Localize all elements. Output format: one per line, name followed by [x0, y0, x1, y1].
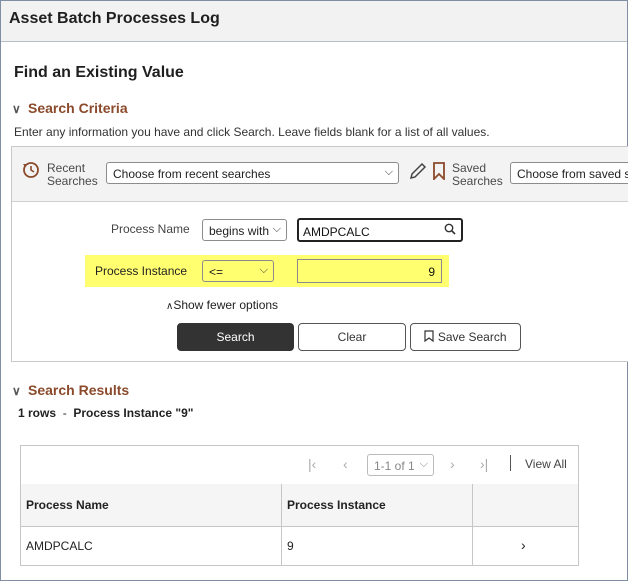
previous-page-icon[interactable]: ‹	[343, 456, 348, 472]
table-row[interactable]: AMDPCALC 9 ›	[21, 527, 578, 565]
saved-searches-value: Choose from saved s	[517, 167, 628, 181]
process-name-input[interactable]: AMDPCALC	[297, 218, 463, 242]
chevron-down-icon: ∨	[12, 384, 21, 398]
history-icon	[22, 161, 40, 184]
cell-process-instance[interactable]: 9	[287, 539, 294, 553]
title-bar: Asset Batch Processes Log	[1, 1, 627, 42]
process-instance-operator-select[interactable]: <= ⌵	[202, 260, 274, 282]
column-divider	[281, 484, 282, 565]
column-divider	[472, 484, 473, 565]
chevron-down-icon: ⌵	[259, 264, 268, 276]
process-name-value: AMDPCALC	[303, 225, 370, 239]
recent-saved-bar: Recent Searches Choose from recent searc…	[12, 147, 628, 202]
page-title: Find an Existing Value	[14, 64, 184, 81]
search-criteria-toggle[interactable]: ∨ Search Criteria	[12, 100, 128, 116]
cell-process-name[interactable]: AMDPCALC	[26, 539, 93, 553]
chevron-down-icon: ⌵	[272, 223, 281, 235]
bookmark-icon	[432, 162, 446, 185]
saved-searches-label: Saved Searches	[452, 162, 503, 188]
process-name-operator-select[interactable]: begins with ⌵	[202, 219, 287, 241]
process-instance-value: 9	[428, 265, 435, 279]
results-summary: 1 rows - Process Instance "9"	[18, 406, 193, 420]
process-name-operator-value: begins with	[209, 224, 270, 238]
page-range-value: 1-1 of 1	[374, 459, 415, 473]
search-icon[interactable]	[444, 223, 456, 238]
chevron-down-icon: ∨	[12, 102, 21, 116]
toolbar-divider	[510, 455, 511, 471]
grid-toolbar: |‹ ‹ 1-1 of 1 ⌵ › ›| View All	[21, 446, 578, 485]
process-instance-operator-value: <=	[209, 265, 224, 279]
search-button[interactable]: Search	[177, 323, 294, 351]
results-criteria: Process Instance "9"	[73, 406, 194, 420]
save-search-label: Save Search	[437, 330, 507, 344]
saved-label-line2: Searches	[452, 174, 503, 188]
process-name-label: Process Name	[111, 222, 190, 236]
show-fewer-options-link[interactable]: ∧Show fewer options	[166, 298, 278, 312]
recent-label-line2: Searches	[47, 174, 98, 188]
chevron-down-icon: ⌵	[419, 458, 428, 470]
first-page-icon[interactable]: |‹	[308, 456, 316, 472]
recent-searches-select[interactable]: Choose from recent searches ⌵	[106, 162, 399, 184]
bookmark-icon	[424, 330, 435, 343]
recent-searches-value: Choose from recent searches	[113, 167, 271, 181]
grid-header: Process Name Process Instance	[21, 484, 578, 527]
process-instance-input[interactable]: 9	[297, 259, 442, 283]
search-results-toggle[interactable]: ∨ Search Results	[12, 382, 129, 398]
save-search-button[interactable]: Save Search	[410, 323, 521, 351]
pencil-icon[interactable]	[408, 161, 428, 186]
process-instance-label: Process Instance	[95, 264, 188, 278]
results-grid: |‹ ‹ 1-1 of 1 ⌵ › ›| View All Process Na…	[20, 445, 579, 566]
view-all-link[interactable]: View All	[525, 457, 567, 471]
search-criteria-label: Search Criteria	[28, 100, 128, 116]
window-title: Asset Batch Processes Log	[9, 10, 220, 27]
column-header-process-name[interactable]: Process Name	[26, 498, 109, 512]
recent-searches-label: Recent Searches	[47, 162, 98, 188]
last-page-icon[interactable]: ›|	[480, 456, 488, 472]
search-hint: Enter any information you have and click…	[14, 125, 490, 139]
next-page-icon[interactable]: ›	[450, 456, 455, 472]
clear-button[interactable]: Clear	[298, 323, 406, 351]
chevron-down-icon: ⌵	[384, 166, 393, 178]
page-range-select[interactable]: 1-1 of 1 ⌵	[367, 454, 434, 476]
column-header-process-instance[interactable]: Process Instance	[287, 498, 386, 512]
show-fewer-label: Show fewer options	[173, 298, 279, 312]
results-count: 1 rows	[18, 406, 57, 420]
search-results-label: Search Results	[28, 382, 130, 398]
chevron-right-icon[interactable]: ›	[521, 537, 526, 553]
results-separator: -	[62, 406, 67, 420]
saved-searches-select[interactable]: Choose from saved s	[510, 162, 628, 184]
